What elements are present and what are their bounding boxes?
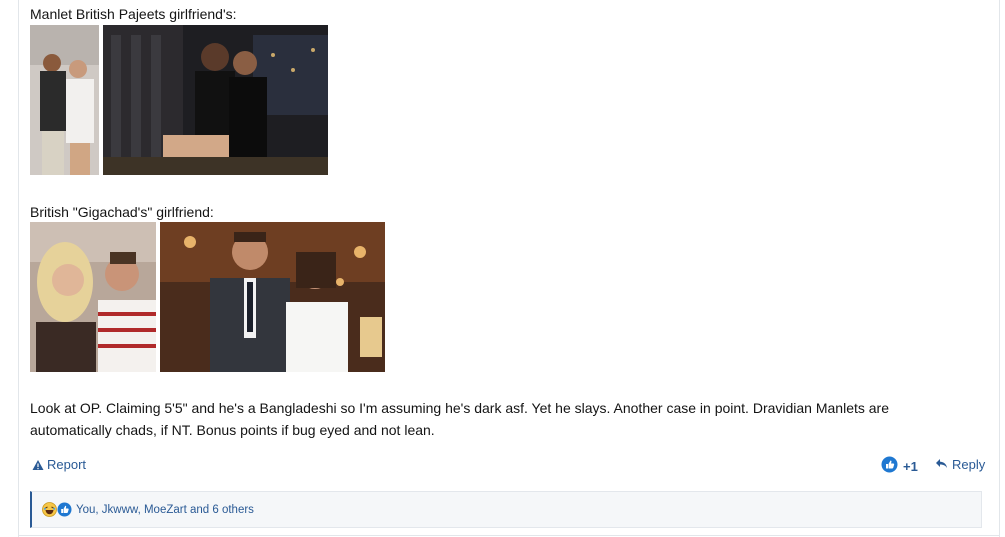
reply-link[interactable]: Reply (935, 457, 985, 472)
reaction-icons (42, 502, 72, 517)
reply-arrow-icon (935, 457, 948, 472)
photo-couple-3[interactable] (30, 222, 156, 372)
photo-couple-1[interactable] (30, 25, 99, 175)
reactions-bar[interactable]: You, Jkwww, MoeZart and 6 others (30, 491, 982, 528)
vote-control[interactable]: +1 (881, 456, 918, 476)
like-icon (57, 502, 72, 517)
post-body-text: Look at OP. Claiming 5'5" and he's a Ban… (30, 400, 890, 438)
reaction-summary[interactable]: You, Jkwww, MoeZart and 6 others (76, 504, 254, 516)
divider (18, 535, 1000, 536)
reply-label: Reply (952, 457, 986, 472)
thumbs-up-icon[interactable] (881, 456, 898, 476)
caption-first-group: Manlet British Pajeets girlfriend's: (30, 6, 237, 22)
vote-score: +1 (903, 458, 918, 474)
laughing-emoji-icon (42, 502, 57, 517)
caption-second-group: British "Gigachad's" girlfriend: (30, 204, 214, 220)
report-label: Report (47, 457, 87, 472)
photo-couple-2[interactable] (103, 25, 328, 175)
photo-couple-4[interactable] (160, 222, 385, 372)
report-link[interactable]: Report (32, 457, 86, 472)
warning-icon (32, 459, 44, 471)
